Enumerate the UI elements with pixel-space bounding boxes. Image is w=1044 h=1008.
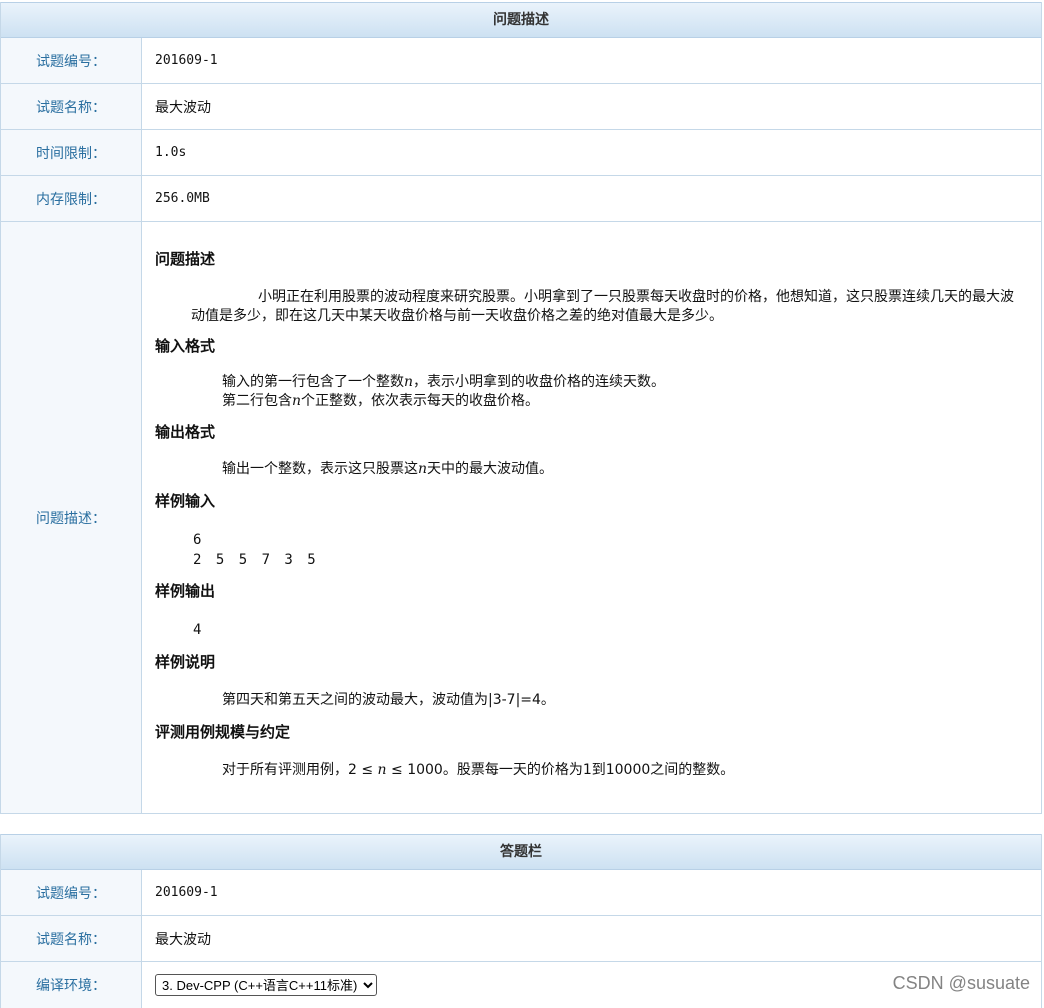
heading-sample-explanation: 样例说明 xyxy=(155,653,216,671)
input-line-2: 第二行包含n个正整数，依次表示每天的收盘价格。 xyxy=(222,393,540,409)
input-line-1: 输入的第一行包含了一个整数n，表示小明拿到的收盘价格的连续天数。 xyxy=(222,374,666,390)
problem-text: 小明正在利用股票的波动程度来研究股票。小明拿到了一只股票每天收盘时的价格，他想知… xyxy=(191,289,1014,324)
problem-description-body: 问题描述 小明正在利用股票的波动程度来研究股票。小明拿到了一只股票每天收盘时的价… xyxy=(142,222,1041,813)
row-problem-description: 问题描述： 问题描述 小明正在利用股票的波动程度来研究股票。小明拿到了一只股票每… xyxy=(1,222,1041,814)
memory-limit-value: 256.0MB xyxy=(155,191,210,206)
row-memory-limit: 内存限制： 256.0MB xyxy=(1,176,1041,222)
heading-constraints: 评测用例规模与约定 xyxy=(155,723,291,741)
compiler-select[interactable]: 3. Dev-CPP (C++语言C++11标准) xyxy=(155,974,377,996)
heading-input: 输入格式 xyxy=(155,337,216,355)
heading-problem: 问题描述 xyxy=(155,250,216,268)
row-problem-name: 试题名称： 最大波动 xyxy=(1,84,1041,130)
sample-input-line-1: 6 xyxy=(193,532,202,548)
row-problem-id: 试题编号： 201609-1 xyxy=(1,38,1041,84)
heading-sample-output: 样例输出 xyxy=(155,582,216,600)
answer-panel: 答题栏 试题编号： 201609-1 试题名称： 最大波动 编译环境： 3. D… xyxy=(0,834,1042,1008)
row-answer-problem-name: 试题名称： 最大波动 xyxy=(1,916,1041,962)
csdn-watermark: CSDN @susuate xyxy=(892,973,1030,993)
row-time-limit: 时间限制： 1.0s xyxy=(1,130,1041,176)
heading-sample-input: 样例输入 xyxy=(155,492,216,510)
row-compiler: 编译环境： 3. Dev-CPP (C++语言C++11标准) xyxy=(1,962,1041,1008)
row-label: 试题编号： xyxy=(1,870,142,915)
problem-panel-header: 问题描述 xyxy=(1,2,1041,38)
sample-explanation-text: 第四天和第五天之间的波动最大，波动值为|3-7|=4。 xyxy=(222,692,555,708)
problem-id-value: 201609-1 xyxy=(155,53,218,68)
constraints-text: 对于所有评测用例，2 ≤ n ≤ 1000。股票每一天的价格为1到10000之间… xyxy=(222,762,735,778)
heading-output: 输出格式 xyxy=(155,423,216,441)
row-label: 编译环境： xyxy=(1,962,142,1008)
row-answer-problem-id: 试题编号： 201609-1 xyxy=(1,870,1041,916)
time-limit-value: 1.0s xyxy=(155,145,187,160)
output-text: 输出一个整数，表示这只股票这n天中的最大波动值。 xyxy=(222,461,554,477)
answer-problem-id-value: 201609-1 xyxy=(155,885,218,900)
sample-output: 4 xyxy=(193,622,202,638)
problem-panel: 问题描述 试题编号： 201609-1 试题名称： 最大波动 时间限制： 1.0… xyxy=(0,2,1042,814)
answer-problem-name-value: 最大波动 xyxy=(155,931,211,948)
row-label: 试题名称： xyxy=(1,84,142,129)
row-label: 试题名称： xyxy=(1,916,142,961)
row-label: 内存限制： xyxy=(1,176,142,221)
problem-name-value: 最大波动 xyxy=(155,99,211,116)
row-label: 问题描述： xyxy=(1,222,142,813)
row-label: 试题编号： xyxy=(1,38,142,83)
sample-input-line-2: 2 5 5 7 3 5 xyxy=(193,552,316,568)
answer-panel-header: 答题栏 xyxy=(1,834,1041,870)
row-label: 时间限制： xyxy=(1,130,142,175)
